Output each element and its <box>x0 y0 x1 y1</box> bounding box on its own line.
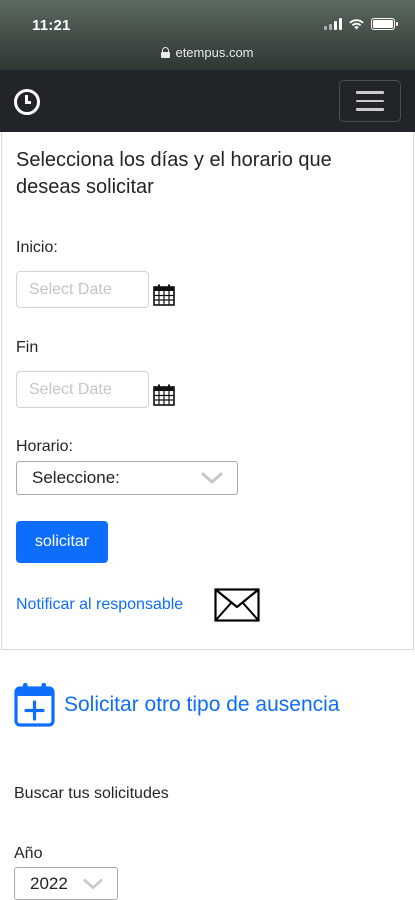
status-time: 11:21 <box>32 17 71 34</box>
year-label: Año <box>14 845 43 862</box>
lock-icon <box>161 47 171 58</box>
year-select[interactable]: 2022 <box>14 867 118 900</box>
status-icons <box>324 18 398 30</box>
notify-manager-link[interactable]: Notificar al responsable <box>16 596 183 614</box>
end-label: Fin <box>16 339 39 356</box>
signal-icon <box>324 18 342 30</box>
battery-icon <box>371 18 398 30</box>
chevron-down-icon <box>201 472 223 484</box>
schedule-select[interactable]: Seleccione: <box>16 461 238 495</box>
url-text: etempus.com <box>175 45 254 60</box>
hamburger-menu-button[interactable] <box>339 80 401 122</box>
schedule-select-value: Seleccione: <box>32 468 120 487</box>
hamburger-icon <box>356 91 384 94</box>
calendar-plus-icon <box>14 683 55 727</box>
navbar <box>0 70 415 132</box>
envelope-icon[interactable] <box>214 588 260 622</box>
search-heading: Buscar tus solicitudes <box>14 785 169 802</box>
clock-icon[interactable] <box>14 89 40 115</box>
wifi-icon <box>349 19 364 30</box>
calendar-icon[interactable] <box>153 284 175 306</box>
year-select-value: 2022 <box>30 873 68 893</box>
schedule-label: Horario: <box>16 438 73 455</box>
end-date-input[interactable] <box>16 371 149 408</box>
other-absence-link[interactable]: Solicitar otro tipo de ausencia <box>14 682 340 727</box>
status-bar: 11:21 etempus.com <box>0 0 415 70</box>
start-label: Inicio: <box>16 239 58 256</box>
card-title: Selecciona los días y el horario que des… <box>16 149 332 198</box>
other-absence-label: Solicitar otro tipo de ausencia <box>64 692 340 716</box>
chevron-down-icon <box>83 879 103 889</box>
submit-button[interactable]: solicitar <box>16 521 108 563</box>
start-date-input[interactable] <box>16 271 149 308</box>
request-card: Selecciona los días y el horario que des… <box>1 132 414 650</box>
url-bar[interactable]: etempus.com <box>0 45 415 60</box>
calendar-icon[interactable] <box>153 384 175 406</box>
